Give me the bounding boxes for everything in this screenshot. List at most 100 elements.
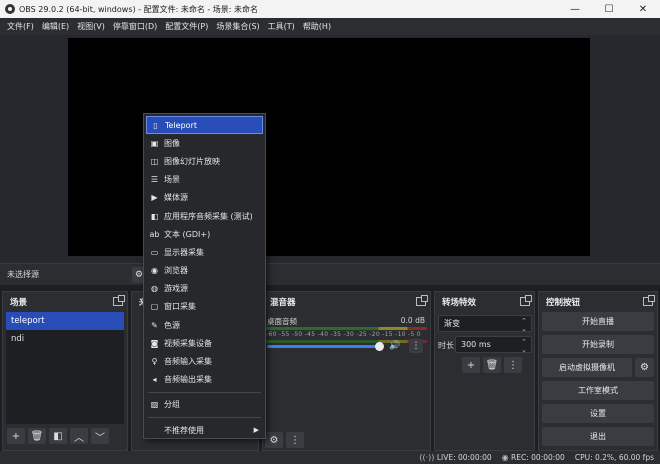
close-button[interactable]: ✕ [626,0,660,18]
transitions-dock-title: 转场特效 [435,292,534,312]
plus-icon: + [466,359,476,371]
slideshow-icon: ◫ [150,156,159,166]
paintbrush-icon: ✎ [151,320,158,330]
mixer-settings-button[interactable]: ⚙ [265,432,283,448]
menu-help[interactable]: 帮助(H) [299,21,335,32]
transition-menu-button[interactable]: ⋮ [504,357,522,373]
menu-scene-collection[interactable]: 场景集合(S) [212,21,263,32]
more-vertical-icon: ⋮ [290,434,300,446]
transition-selected-value: 渐变 [444,319,460,328]
window-icon: ▢ [150,302,159,312]
menu-item-teleport[interactable]: ▯ Teleport [146,116,263,135]
scenes-title: 场景 [10,298,28,308]
menu-item-browser[interactable]: ◉ 浏览器 [146,262,263,280]
menu-bar: 文件(F) 编辑(E) 视图(V) 停靠窗口(D) 配置文件(P) 场景集合(S… [0,18,660,35]
remove-transition-button[interactable]: 🗑 [483,357,501,373]
start-virtual-camera-button[interactable]: 启动虚拟摄像机 [542,358,632,377]
speaker-icon[interactable]: 🔊 [389,341,400,351]
menu-item-label: 图像 [164,138,180,148]
menu-item-label: 媒体源 [164,193,188,203]
rec-status: ◉ REC: 00:00:00 [502,453,565,462]
add-transition-button[interactable]: + [462,357,480,373]
trash-icon: 🗑 [485,359,499,371]
volume-slider-handle[interactable] [375,342,384,351]
minimize-button[interactable]: — [558,0,592,18]
start-streaming-button[interactable]: 开始直播 [542,312,654,331]
list-icon: ☰ [150,175,159,185]
menu-item-game-capture[interactable]: ◍ 游戏源 [146,280,263,298]
mixer-channel-name: 桌面音频 [267,317,297,326]
menu-item-group[interactable]: ▨ 分组 [146,396,263,414]
start-recording-button[interactable]: 开始录制 [542,335,654,354]
menu-item-label: 色源 [164,320,180,330]
volume-slider[interactable] [267,345,383,348]
maximize-button[interactable]: ☐ [592,0,626,18]
menu-item-audio-output-capture[interactable]: ◂ 音频输出采集 [146,371,263,389]
menu-item-app-audio-capture[interactable]: ◧ 应用程序音频采集 (测试) [146,207,263,225]
transitions-title: 转场特效 [442,298,477,308]
gamepad-icon: ◍ [151,284,158,294]
move-scene-up-button[interactable]: ︿ [70,428,88,444]
teleport-icon: ▯ [153,120,158,130]
exit-button[interactable]: 退出 [542,427,654,446]
chevron-down-icon: ﹀ [95,432,105,444]
mixer-menu-button[interactable]: ⋮ [286,432,304,448]
menu-item-scene[interactable]: ☰ 场景 [146,171,263,189]
menu-separator [148,417,261,418]
rec-time: REC: 00:00:00 [511,453,565,462]
menu-item-label: 音频输出采集 [164,375,212,385]
monitor-icon: ▭ [150,247,159,257]
mixer-channel-menu-button[interactable]: ⋮ [409,339,423,353]
remove-scene-button[interactable]: 🗑 [28,428,46,444]
menu-item-display-capture[interactable]: ▭ 显示器采集 [146,243,263,261]
add-scene-button[interactable]: + [7,428,25,444]
menu-item-deprecated[interactable]: 不推荐使用 ▶ [146,421,263,439]
dock-undock-icon[interactable] [416,295,428,306]
mixer-dock-title: 混音器 [263,292,430,312]
obs-logo-icon [5,4,15,14]
transition-select[interactable]: 渐变 ⌃ ⌄ [438,315,532,333]
scenes-dock-title: 场景 [3,292,127,312]
menu-file[interactable]: 文件(F) [3,21,38,32]
chevron-up-icon: ︿ [74,432,84,444]
studio-mode-button[interactable]: 工作室模式 [542,381,654,400]
scene-filters-button[interactable]: ◧ [49,428,67,444]
menu-item-color-source[interactable]: ✎ 色源 [146,316,263,334]
settings-button[interactable]: 设置 [542,404,654,423]
scene-item-teleport[interactable]: teleport [6,312,124,330]
menu-profile[interactable]: 配置文件(P) [161,21,212,32]
menu-item-audio-input-capture[interactable]: ♀ 音频输入采集 [146,352,263,370]
menu-item-window-capture[interactable]: ▢ 窗口采集 [146,298,263,316]
live-time: LIVE: 00:00:00 [436,453,492,462]
menu-item-video-capture-device[interactable]: ◙ 视频采集设备 [146,334,263,352]
menu-item-text-gdi[interactable]: ab 文本 (GDI+) [146,225,263,243]
duration-spinbox[interactable]: 300 ms ⌃ ⌄ [455,336,532,354]
speaker-icon: ◂ [152,375,157,385]
mixer-title: 混音器 [270,298,296,308]
meter-scale: -60 -55 -50 -45 -40 -35 -30 -25 -20 -15 … [266,331,421,338]
live-status: ((·)) LIVE: 00:00:00 [419,453,491,462]
menu-item-label: 分组 [164,400,180,410]
menu-item-label: 应用程序音频采集 (测试) [164,211,253,221]
dock-undock-icon[interactable] [643,295,655,306]
menu-edit[interactable]: 编辑(E) [38,21,73,32]
menu-item-image-slideshow[interactable]: ◫ 图像幻灯片放映 [146,152,263,170]
menu-item-media-source[interactable]: ▶ 媒体源 [146,189,263,207]
dock-undock-icon[interactable] [520,295,532,306]
menu-docks[interactable]: 停靠窗口(D) [109,21,161,32]
more-vertical-icon: ⋮ [508,359,518,371]
dock-undock-icon[interactable] [113,295,125,306]
scene-item-ndi[interactable]: ndi [6,330,124,348]
volume-meter-secondary [265,340,427,343]
gear-icon: ⚙ [269,434,279,446]
menu-view[interactable]: 视图(V) [73,21,109,32]
microphone-icon: ♀ [151,357,158,367]
globe-icon: ◉ [151,266,158,276]
move-scene-down-button[interactable]: ﹀ [91,428,109,444]
virtual-camera-settings-button[interactable]: ⚙ [635,358,654,377]
menu-tools[interactable]: 工具(T) [264,21,299,32]
menu-item-image[interactable]: ▣ 图像 [146,134,263,152]
status-bar: ((·)) LIVE: 00:00:00 ◉ REC: 00:00:00 CPU… [0,451,660,464]
menu-item-label: 音频输入采集 [164,357,212,367]
record-icon: ◉ [501,453,509,462]
